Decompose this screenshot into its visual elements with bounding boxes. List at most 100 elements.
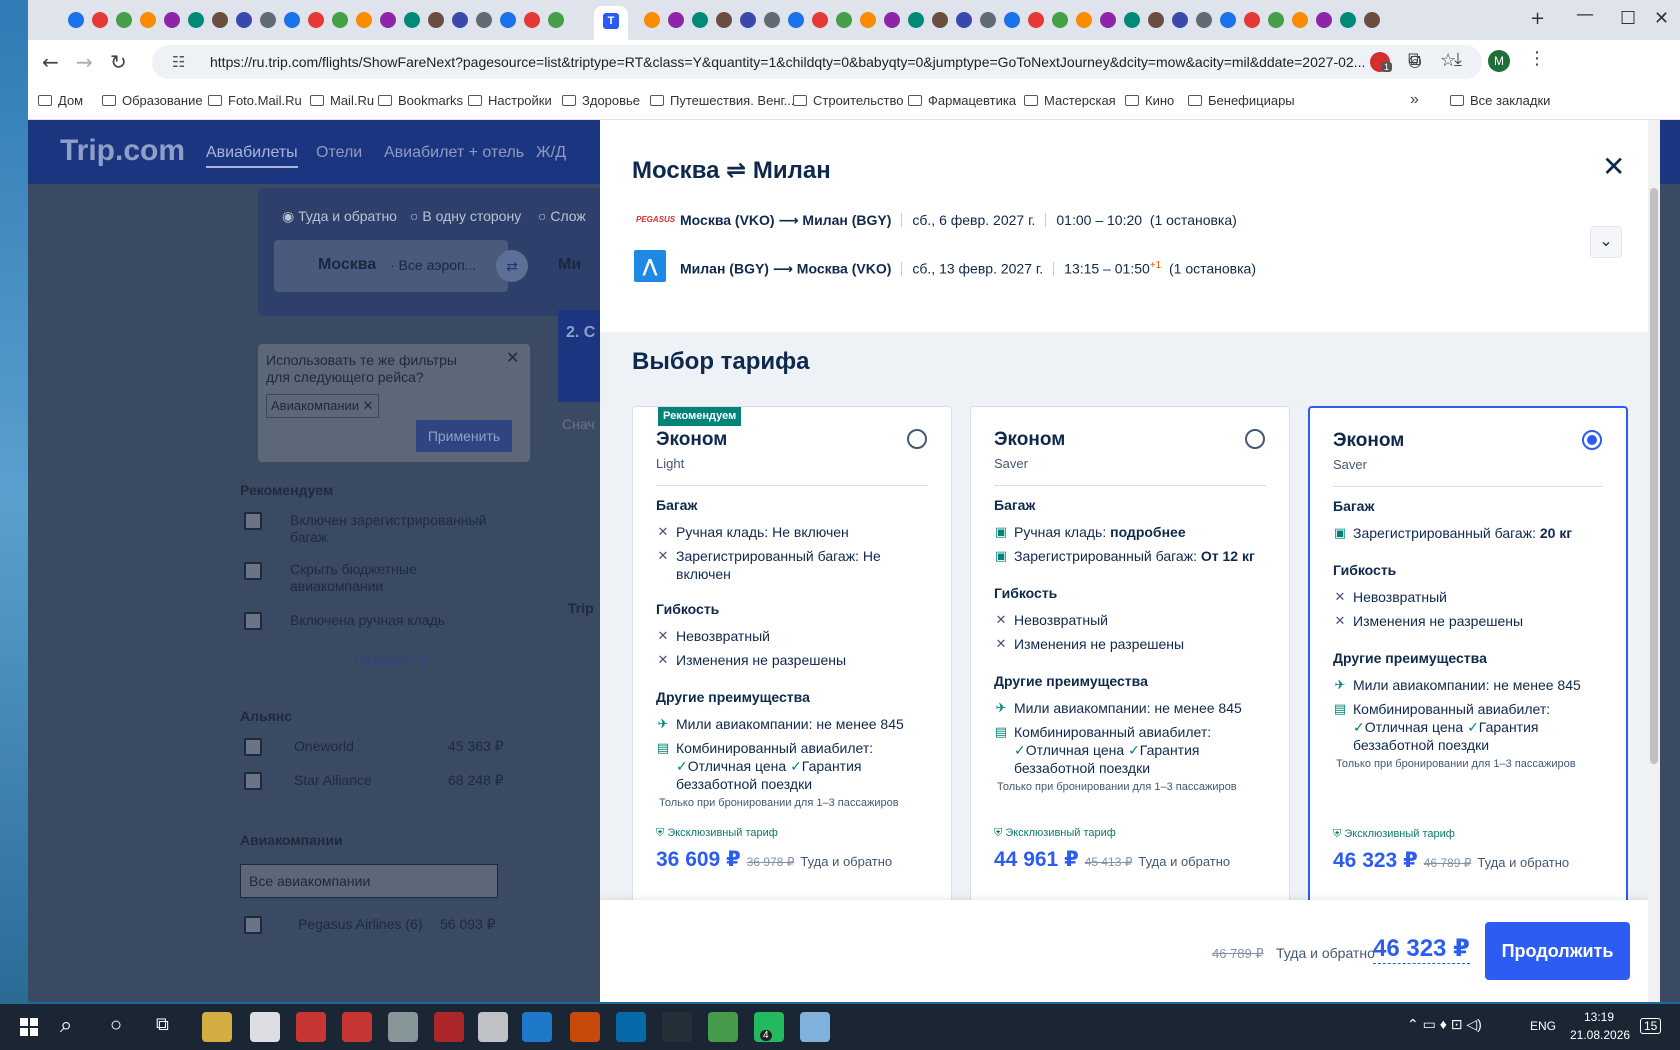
reload-icon[interactable]: ↻: [110, 50, 127, 74]
tab-favicon-icon[interactable]: [836, 12, 852, 28]
tab-favicon-icon[interactable]: [236, 12, 252, 28]
tab-favicon-icon[interactable]: [308, 12, 324, 28]
download-icon[interactable]: ⤓: [1454, 49, 1462, 70]
search-icon[interactable]: ⌕: [60, 1012, 72, 1038]
active-tab[interactable]: T: [594, 6, 628, 40]
profile-avatar[interactable]: М: [1488, 50, 1510, 72]
input-language[interactable]: ENG: [1530, 1019, 1556, 1033]
bookmark-item[interactable]: Настройки: [468, 93, 552, 108]
tab-favicon-icon[interactable]: [1196, 12, 1212, 28]
clock-date[interactable]: 21.08.2026: [1570, 1028, 1630, 1042]
forward-icon[interactable]: →: [76, 50, 93, 74]
taskbar-app-icon[interactable]: [708, 1012, 738, 1042]
menu-icon[interactable]: ⋮: [1528, 48, 1546, 69]
tab-favicon-icon[interactable]: [692, 12, 708, 28]
tab-favicon-icon[interactable]: [356, 12, 372, 28]
task-view-icon[interactable]: ⧉: [156, 1014, 169, 1035]
continue-button[interactable]: Продолжить: [1485, 922, 1630, 980]
tab-favicon-icon[interactable]: [188, 12, 204, 28]
tab-favicon-icon[interactable]: [1124, 12, 1140, 28]
more-bookmarks-icon[interactable]: »: [1410, 91, 1419, 109]
footer-total-price[interactable]: 46 323 ₽: [1373, 934, 1470, 964]
tab-favicon-icon[interactable]: [1076, 12, 1092, 28]
tab-favicon-icon[interactable]: [956, 12, 972, 28]
checkbox-baggage[interactable]: [244, 512, 262, 530]
bookmark-item[interactable]: Кино: [1125, 93, 1174, 108]
tab-favicon-icon[interactable]: [668, 12, 684, 28]
new-tab-button[interactable]: +: [1530, 8, 1545, 29]
taskbar-app-icon[interactable]: [522, 1012, 552, 1042]
tray-icons[interactable]: ⌃ ▭ ♦ ⊡ ◁): [1407, 1016, 1482, 1033]
scrollbar-thumb[interactable]: [1650, 188, 1658, 764]
site-logo[interactable]: Trip.com: [60, 134, 185, 168]
fare-card[interactable]: Эконом Saver Багаж ▣ Ручная кладь: подробнее…: [970, 406, 1290, 926]
tab-favicon-icon[interactable]: [1292, 12, 1308, 28]
tab-favicon-icon[interactable]: [524, 12, 540, 28]
tab-favicon-icon[interactable]: [68, 12, 84, 28]
taskbar-app-icon[interactable]: [478, 1012, 508, 1042]
minimize-icon[interactable]: —: [1576, 4, 1594, 25]
tab-favicon-icon[interactable]: [212, 12, 228, 28]
bookmark-item[interactable]: Дом: [38, 93, 83, 108]
bookmark-item[interactable]: Образование: [102, 93, 203, 108]
checkbox-pegasus[interactable]: [244, 916, 262, 934]
checkbox-carryon[interactable]: [244, 612, 262, 630]
nav-flight-hotel[interactable]: Авиабилет + отель: [384, 144, 524, 162]
fare-radio[interactable]: [1245, 429, 1265, 449]
taskbar-app-icon[interactable]: [616, 1012, 646, 1042]
tab-favicon-icon[interactable]: [1052, 12, 1068, 28]
tab-favicon-icon[interactable]: [1172, 12, 1188, 28]
tab-favicon-icon[interactable]: [716, 12, 732, 28]
tab-favicon-icon[interactable]: [1364, 12, 1380, 28]
cortana-icon[interactable]: ○: [110, 1014, 122, 1037]
tab-favicon-icon[interactable]: [428, 12, 444, 28]
bookmark-item[interactable]: Строительство: [793, 93, 903, 108]
tab-favicon-icon[interactable]: [92, 12, 108, 28]
nav-flights[interactable]: Авиабилеты: [206, 144, 298, 168]
tab-favicon-icon[interactable]: [788, 12, 804, 28]
tab-favicon-icon[interactable]: [740, 12, 756, 28]
bookmark-item[interactable]: Foto.Mail.Ru: [208, 93, 302, 108]
tab-favicon-icon[interactable]: [908, 12, 924, 28]
tab-favicon-icon[interactable]: [1100, 12, 1116, 28]
taskbar-app-icon[interactable]: [388, 1012, 418, 1042]
bookmark-item[interactable]: Мастерская: [1024, 93, 1116, 108]
nav-rail[interactable]: Ж/Д: [536, 144, 566, 162]
close-icon[interactable]: ✕: [1602, 152, 1625, 182]
tab-favicon-icon[interactable]: [380, 12, 396, 28]
bookmark-item[interactable]: Бенефициары: [1188, 93, 1295, 108]
chevron-down-icon[interactable]: ⌄: [1590, 226, 1622, 258]
tab-favicon-icon[interactable]: [260, 12, 276, 28]
tab-favicon-icon[interactable]: [1316, 12, 1332, 28]
apply-button[interactable]: Применить: [416, 420, 512, 452]
taskbar-app-icon[interactable]: [296, 1012, 326, 1042]
trip-type-oneway[interactable]: ○ В одну сторону: [410, 208, 521, 224]
tab-favicon-icon[interactable]: [1148, 12, 1164, 28]
clock-time[interactable]: 13:19: [1584, 1010, 1614, 1024]
fare-card[interactable]: Эконом Saver Багаж ▣ Зарегистрированный бага…: [1308, 406, 1628, 926]
taskbar-app-icon[interactable]: [202, 1012, 232, 1042]
swap-icon[interactable]: ⇄: [496, 250, 528, 282]
tab-favicon-icon[interactable]: [884, 12, 900, 28]
close-icon[interactable]: ✕: [506, 348, 519, 368]
taskbar-app-icon[interactable]: [570, 1012, 600, 1042]
modal-scrollbar[interactable]: [1648, 120, 1660, 1002]
nav-hotels[interactable]: Отели: [316, 144, 362, 162]
start-icon[interactable]: [20, 1018, 38, 1036]
taskbar-app-icon[interactable]: [342, 1012, 372, 1042]
expand-link[interactable]: Развернуть: [354, 652, 428, 668]
tab-favicon-icon[interactable]: [812, 12, 828, 28]
maximize-icon[interactable]: ☐: [1620, 8, 1636, 29]
tab-favicon-icon[interactable]: [764, 12, 780, 28]
taskbar-app-icon[interactable]: [434, 1012, 464, 1042]
all-bookmarks[interactable]: Все закладки: [1450, 93, 1550, 108]
checkbox-budget[interactable]: [244, 562, 262, 580]
checkbox-oneworld[interactable]: [244, 738, 262, 756]
tab-favicon-icon[interactable]: [644, 12, 660, 28]
taskbar-app-icon[interactable]: [800, 1012, 830, 1042]
tab-favicon-icon[interactable]: [1028, 12, 1044, 28]
tab-favicon-icon[interactable]: [1340, 12, 1356, 28]
tab-favicon-icon[interactable]: [980, 12, 996, 28]
to-field[interactable]: Ми: [558, 256, 581, 274]
tab-favicon-icon[interactable]: [1004, 12, 1020, 28]
